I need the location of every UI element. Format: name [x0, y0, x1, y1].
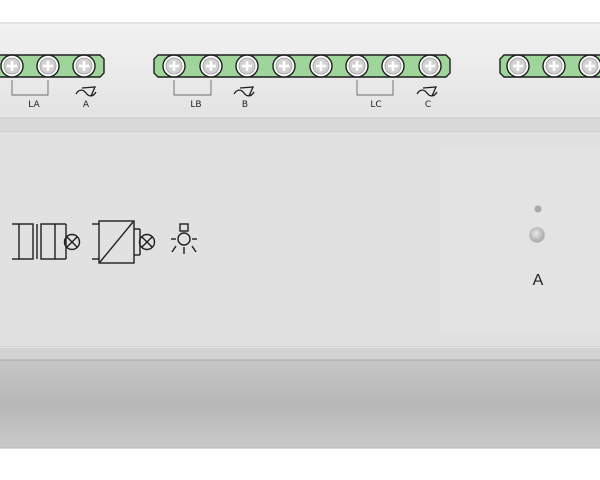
terminal-screw[interactable] [309, 54, 333, 78]
housing-step [0, 118, 600, 132]
terminal-screw[interactable] [506, 54, 530, 78]
status-led-small [534, 205, 542, 213]
terminal-screw[interactable] [162, 54, 186, 78]
terminal-screw[interactable] [542, 54, 566, 78]
terminal-block-2 [153, 54, 451, 78]
terminal-label-b: B [241, 100, 249, 110]
actuator-device: LA A LB B LC C A [0, 0, 600, 475]
terminal-screw[interactable] [235, 54, 259, 78]
terminal-screw[interactable] [199, 54, 223, 78]
terminal-screw[interactable] [381, 54, 405, 78]
terminal-label-la: LA [28, 100, 40, 110]
terminal-screw[interactable] [272, 54, 296, 78]
terminal-label-lc: LC [370, 100, 382, 110]
terminal-label-lb: LB [190, 100, 202, 110]
channel-label: A [532, 272, 544, 289]
terminal-screw[interactable] [345, 54, 369, 78]
terminal-screw[interactable] [36, 54, 60, 78]
terminal-screw[interactable] [72, 54, 96, 78]
terminal-label-a: A [82, 100, 90, 110]
top-margin [0, 0, 600, 22]
bottom-margin [0, 449, 600, 475]
rail-step [0, 348, 600, 360]
terminal-block-1 [0, 54, 105, 78]
device-drawing [0, 0, 600, 475]
terminal-screw[interactable] [578, 54, 600, 78]
terminal-block-3 [499, 54, 600, 78]
terminal-label-c: C [424, 100, 432, 110]
channel-led[interactable] [529, 227, 545, 243]
din-rail-base [0, 360, 600, 448]
terminal-screw[interactable] [418, 54, 442, 78]
terminal-screw[interactable] [0, 54, 24, 78]
